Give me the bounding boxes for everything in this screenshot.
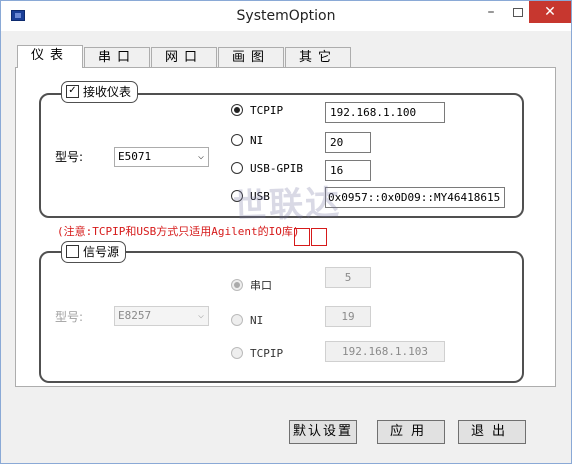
radio-usb-gpib[interactable]: USB-GPIB [231,162,303,175]
source-ni-address-input[interactable]: 19 [325,306,371,327]
radio-source-ni[interactable]: NI [231,314,263,327]
system-option-window: SystemOption – ✕ 仪表 串口 网口 画图 其它 ✓ 接收仪表 型号… [0,0,572,464]
radio-ni[interactable]: NI [231,134,263,147]
source-group [39,251,524,383]
radio-icon [231,314,243,326]
receiver-model-select[interactable]: E5071 ⌵ [114,147,209,167]
radio-serial[interactable]: 串口 [231,277,272,293]
tab-instrument[interactable]: 仪表 [17,45,83,68]
radio-label: NI [250,314,264,327]
checkbox-unchecked-icon [66,245,79,258]
radio-selected-icon [231,104,243,116]
serial-port-input[interactable]: 5 [325,267,371,288]
radio-label: NI [250,134,264,147]
radio-icon [231,162,243,174]
minimize-button[interactable]: – [479,1,503,23]
radio-label: USB-GPIB [250,162,303,175]
receiver-checkbox[interactable]: ✓ 接收仪表 [61,81,139,103]
receiver-legend: 接收仪表 [83,85,132,99]
tcpip-address-input[interactable]: 192.168.1.100 [325,102,445,123]
ni-address-input[interactable]: 20 [325,132,371,153]
usb-address-input[interactable]: 0x0957::0x0D09::MY46418615 [325,187,505,208]
note-highlight-box [311,228,327,246]
source-model-select[interactable]: E8257 ⌵ [114,306,209,326]
radio-label: TCPIP [250,104,284,117]
exit-button[interactable]: 退出 [458,420,526,444]
radio-label: 串口 [250,279,272,292]
radio-selected-icon [231,279,243,291]
tab-plot[interactable]: 画图 [218,47,284,67]
source-model-value: E8257 [118,309,152,322]
receiver-model-label: 型号: [55,150,84,164]
default-settings-button[interactable]: 默认设置 [289,420,357,444]
apply-button[interactable]: 应用 [377,420,445,444]
radio-source-tcpip[interactable]: TCPIP [231,347,283,360]
radio-tcpip[interactable]: TCPIP [231,104,283,117]
tab-serial[interactable]: 串口 [84,47,150,67]
radio-label: TCPIP [250,347,284,360]
maximize-icon [513,8,523,17]
watermark: 世联达 [232,183,342,227]
tab-network[interactable]: 网口 [151,47,217,67]
title-bar[interactable]: SystemOption – ✕ [1,1,571,31]
tab-other[interactable]: 其它 [285,47,351,67]
source-model-label: 型号: [55,310,84,324]
radio-icon [231,134,243,146]
source-tcpip-address-input[interactable]: 192.168.1.103 [325,341,445,362]
chevron-down-icon: ⌵ [197,151,204,162]
close-button[interactable]: ✕ [529,1,571,23]
note-highlight-box [294,228,310,246]
maximize-button[interactable] [506,1,530,23]
receiver-model-value: E5071 [118,150,152,163]
chevron-down-icon: ⌵ [197,310,204,321]
radio-icon [231,347,243,359]
source-checkbox[interactable]: 信号源 [61,241,127,263]
source-legend: 信号源 [83,245,120,259]
checkbox-checked-icon: ✓ [66,85,79,98]
